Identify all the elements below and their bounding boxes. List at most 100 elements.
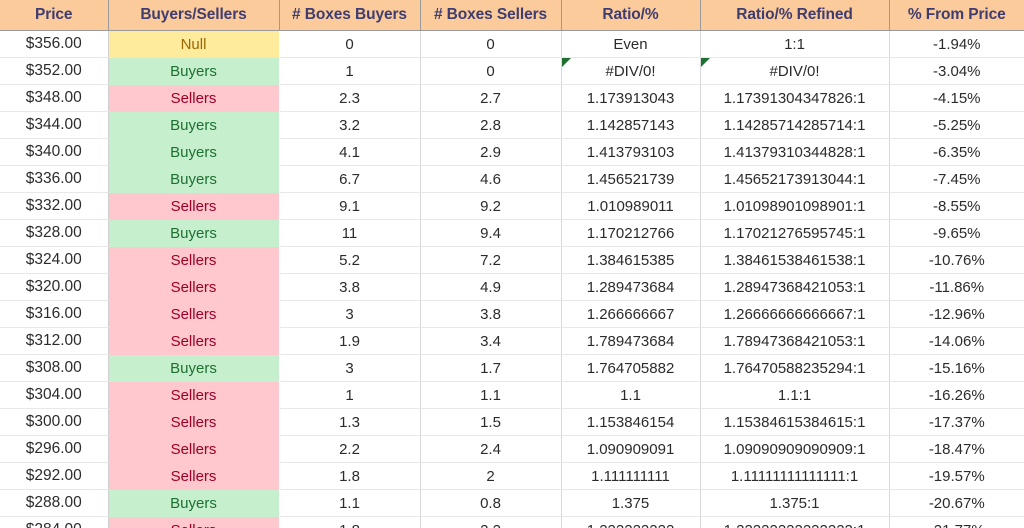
cell-boxes-buyers[interactable]: 4.1 bbox=[279, 138, 421, 166]
column-header-price[interactable]: Price bbox=[0, 0, 109, 31]
cell-signal[interactable]: Sellers bbox=[108, 273, 279, 301]
cell-ratio-refined[interactable]: 1.22222222222222:1 bbox=[700, 516, 890, 528]
cell-ratio-refined[interactable]: #DIV/0! bbox=[700, 57, 890, 85]
cell-pct-from-price[interactable]: -9.65% bbox=[889, 219, 1024, 247]
cell-price[interactable]: $320.00 bbox=[0, 273, 109, 301]
cell-boxes-sellers[interactable]: 9.2 bbox=[420, 192, 562, 220]
column-header-boxes-sellers[interactable]: # Boxes Sellers bbox=[420, 0, 562, 31]
cell-ratio-refined[interactable]: 1.375:1 bbox=[700, 489, 890, 517]
cell-pct-from-price[interactable]: -6.35% bbox=[889, 138, 1024, 166]
cell-ratio[interactable]: 1.1 bbox=[561, 381, 701, 409]
cell-ratio-refined[interactable]: 1.17391304347826:1 bbox=[700, 84, 890, 112]
cell-price[interactable]: $316.00 bbox=[0, 300, 109, 328]
cell-pct-from-price[interactable]: -16.26% bbox=[889, 381, 1024, 409]
cell-boxes-buyers[interactable]: 1.9 bbox=[279, 327, 421, 355]
cell-price[interactable]: $300.00 bbox=[0, 408, 109, 436]
cell-boxes-sellers[interactable]: 2.9 bbox=[420, 138, 562, 166]
cell-price[interactable]: $288.00 bbox=[0, 489, 109, 517]
cell-signal[interactable]: Null bbox=[108, 30, 279, 58]
cell-ratio-refined[interactable]: 1.41379310344828:1 bbox=[700, 138, 890, 166]
column-header-buyers-sellers[interactable]: Buyers/Sellers bbox=[108, 0, 280, 31]
cell-ratio-refined[interactable]: 1.26666666666667:1 bbox=[700, 300, 890, 328]
cell-ratio[interactable]: 1.090909091 bbox=[561, 435, 701, 463]
cell-ratio[interactable]: 1.375 bbox=[561, 489, 701, 517]
column-header-boxes-buyers[interactable]: # Boxes Buyers bbox=[279, 0, 421, 31]
cell-pct-from-price[interactable]: -14.06% bbox=[889, 327, 1024, 355]
cell-signal[interactable]: Sellers bbox=[108, 408, 279, 436]
cell-boxes-sellers[interactable]: 9.4 bbox=[420, 219, 562, 247]
cell-ratio-refined[interactable]: 1.28947368421053:1 bbox=[700, 273, 890, 301]
cell-signal[interactable]: Sellers bbox=[108, 462, 279, 490]
cell-price[interactable]: $356.00 bbox=[0, 30, 109, 58]
cell-ratio[interactable]: 1.266666667 bbox=[561, 300, 701, 328]
cell-boxes-sellers[interactable]: 1.1 bbox=[420, 381, 562, 409]
cell-pct-from-price[interactable]: -4.15% bbox=[889, 84, 1024, 112]
cell-boxes-buyers[interactable]: 5.2 bbox=[279, 246, 421, 274]
cell-signal[interactable]: Sellers bbox=[108, 381, 279, 409]
cell-ratio-refined[interactable]: 1.14285714285714:1 bbox=[700, 111, 890, 139]
cell-signal[interactable]: Buyers bbox=[108, 354, 279, 382]
cell-pct-from-price[interactable]: -15.16% bbox=[889, 354, 1024, 382]
cell-boxes-sellers[interactable]: 1.5 bbox=[420, 408, 562, 436]
cell-boxes-sellers[interactable]: 4.6 bbox=[420, 165, 562, 193]
column-header-pct-from-price[interactable]: % From Price bbox=[889, 0, 1024, 31]
cell-boxes-buyers[interactable]: 0 bbox=[279, 30, 421, 58]
cell-ratio-refined[interactable]: 1.38461538461538:1 bbox=[700, 246, 890, 274]
cell-price[interactable]: $296.00 bbox=[0, 435, 109, 463]
cell-boxes-sellers[interactable]: 4.9 bbox=[420, 273, 562, 301]
cell-signal[interactable]: Buyers bbox=[108, 219, 279, 247]
cell-price[interactable]: $336.00 bbox=[0, 165, 109, 193]
cell-signal[interactable]: Buyers bbox=[108, 57, 279, 85]
cell-price[interactable]: $304.00 bbox=[0, 381, 109, 409]
cell-signal[interactable]: Sellers bbox=[108, 516, 279, 528]
cell-boxes-sellers[interactable]: 3.4 bbox=[420, 327, 562, 355]
cell-pct-from-price[interactable]: -7.45% bbox=[889, 165, 1024, 193]
cell-pct-from-price[interactable]: -5.25% bbox=[889, 111, 1024, 139]
cell-signal[interactable]: Buyers bbox=[108, 165, 279, 193]
cell-signal[interactable]: Sellers bbox=[108, 246, 279, 274]
cell-ratio-refined[interactable]: 1.45652173913044:1 bbox=[700, 165, 890, 193]
cell-ratio[interactable]: 1.010989011 bbox=[561, 192, 701, 220]
cell-boxes-buyers[interactable]: 1.1 bbox=[279, 489, 421, 517]
cell-ratio[interactable]: 1.456521739 bbox=[561, 165, 701, 193]
cell-boxes-sellers[interactable]: 2.7 bbox=[420, 84, 562, 112]
cell-price[interactable]: $284.00 bbox=[0, 516, 109, 528]
cell-signal[interactable]: Buyers bbox=[108, 111, 279, 139]
column-header-ratio[interactable]: Ratio/% bbox=[561, 0, 701, 31]
cell-boxes-sellers[interactable]: 2.4 bbox=[420, 435, 562, 463]
cell-boxes-sellers[interactable]: 0.8 bbox=[420, 489, 562, 517]
cell-price[interactable]: $332.00 bbox=[0, 192, 109, 220]
cell-pct-from-price[interactable]: -8.55% bbox=[889, 192, 1024, 220]
cell-boxes-sellers[interactable]: 2.2 bbox=[420, 516, 562, 528]
cell-pct-from-price[interactable]: -19.57% bbox=[889, 462, 1024, 490]
cell-ratio[interactable]: 1.173913043 bbox=[561, 84, 701, 112]
cell-ratio-refined[interactable]: 1.01098901098901:1 bbox=[700, 192, 890, 220]
cell-ratio[interactable]: Even bbox=[561, 30, 701, 58]
cell-ratio[interactable]: 1.413793103 bbox=[561, 138, 701, 166]
cell-boxes-buyers[interactable]: 1.3 bbox=[279, 408, 421, 436]
cell-boxes-buyers[interactable]: 9.1 bbox=[279, 192, 421, 220]
cell-price[interactable]: $348.00 bbox=[0, 84, 109, 112]
cell-ratio[interactable]: #DIV/0! bbox=[561, 57, 701, 85]
cell-price[interactable]: $292.00 bbox=[0, 462, 109, 490]
cell-pct-from-price[interactable]: -3.04% bbox=[889, 57, 1024, 85]
cell-ratio[interactable]: 1.111111111 bbox=[561, 462, 701, 490]
cell-price[interactable]: $340.00 bbox=[0, 138, 109, 166]
cell-boxes-buyers[interactable]: 6.7 bbox=[279, 165, 421, 193]
cell-price[interactable]: $344.00 bbox=[0, 111, 109, 139]
cell-ratio-refined[interactable]: 1.78947368421053:1 bbox=[700, 327, 890, 355]
cell-ratio[interactable]: 1.764705882 bbox=[561, 354, 701, 382]
cell-boxes-sellers[interactable]: 0 bbox=[420, 30, 562, 58]
cell-signal[interactable]: Buyers bbox=[108, 489, 279, 517]
cell-boxes-buyers[interactable]: 3 bbox=[279, 354, 421, 382]
cell-boxes-buyers[interactable]: 3 bbox=[279, 300, 421, 328]
cell-ratio[interactable]: 1.170212766 bbox=[561, 219, 701, 247]
cell-ratio[interactable]: 1.153846154 bbox=[561, 408, 701, 436]
cell-signal[interactable]: Buyers bbox=[108, 138, 279, 166]
cell-ratio-refined[interactable]: 1:1 bbox=[700, 30, 890, 58]
cell-pct-from-price[interactable]: -17.37% bbox=[889, 408, 1024, 436]
cell-ratio[interactable]: 1.142857143 bbox=[561, 111, 701, 139]
cell-ratio-refined[interactable]: 1.15384615384615:1 bbox=[700, 408, 890, 436]
cell-boxes-buyers[interactable]: 1.8 bbox=[279, 516, 421, 528]
cell-ratio-refined[interactable]: 1.09090909090909:1 bbox=[700, 435, 890, 463]
